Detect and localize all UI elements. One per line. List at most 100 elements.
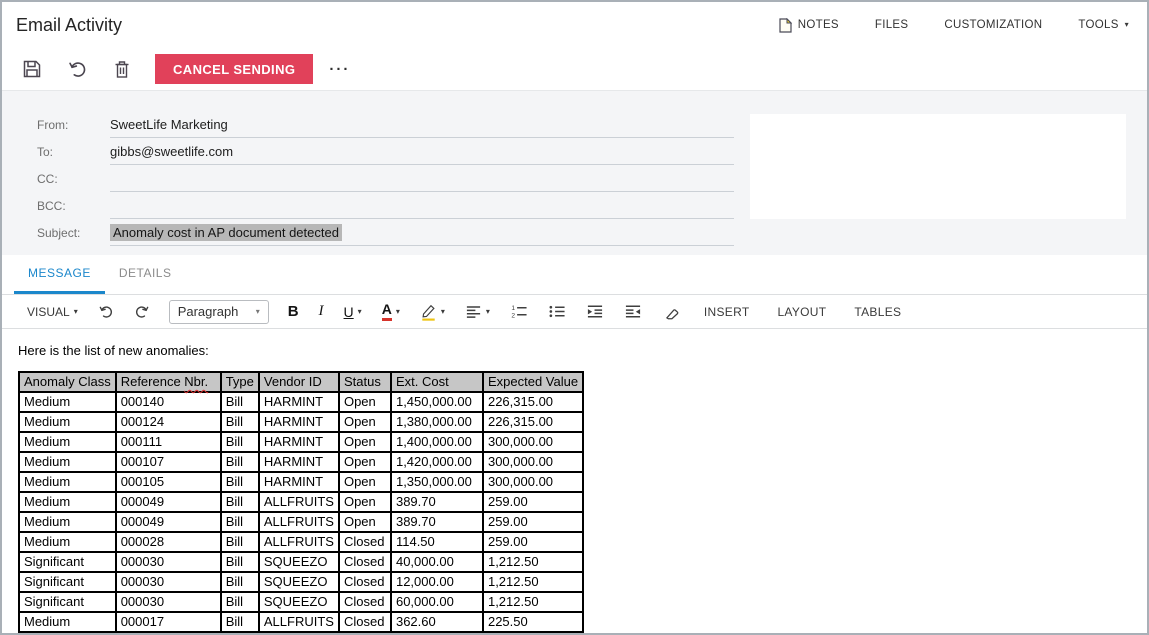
tables-menu[interactable]: TABLES xyxy=(841,299,914,325)
table-cell: 1,450,000.00 xyxy=(390,392,483,412)
layout-menu[interactable]: LAYOUT xyxy=(764,299,839,325)
table-cell: Medium xyxy=(19,512,116,532)
column-header: Reference Nbr. xyxy=(115,372,221,392)
undo-button[interactable] xyxy=(61,53,93,85)
table-cell: 000030 xyxy=(115,592,221,612)
customization-label: CUSTOMIZATION xyxy=(944,19,1043,31)
tools-button[interactable]: TOOLS ▾ xyxy=(1078,19,1129,31)
undo-small-icon xyxy=(99,305,112,318)
tab-details[interactable]: DETAILS xyxy=(105,255,186,294)
table-cell: Bill xyxy=(220,512,259,532)
table-cell: 40,000.00 xyxy=(390,552,483,572)
numbered-list-button[interactable]: 1 2 xyxy=(501,299,537,325)
bcc-input[interactable] xyxy=(110,192,734,219)
table-cell: Bill xyxy=(220,572,259,592)
table-cell: 1,212.50 xyxy=(482,592,584,612)
to-input[interactable]: gibbs@sweetlife.com xyxy=(110,138,734,165)
customization-button[interactable]: CUSTOMIZATION xyxy=(944,19,1042,31)
table-cell: Closed xyxy=(338,572,391,592)
table-cell: HARMINT xyxy=(258,392,339,412)
table-cell: 60,000.00 xyxy=(390,592,483,612)
table-cell: Bill xyxy=(220,452,259,472)
insert-menu[interactable]: INSERT xyxy=(691,299,763,325)
anomaly-table: Anomaly Class Reference Nbr. Type Vendor ID… xyxy=(18,371,585,633)
table-cell: Bill xyxy=(220,472,259,492)
editor-redo-button[interactable] xyxy=(125,299,159,325)
cc-input[interactable] xyxy=(110,165,734,192)
cancel-sending-button[interactable]: CANCEL SENDING xyxy=(155,54,314,84)
table-cell: 300,000.00 xyxy=(482,432,584,452)
note-icon xyxy=(779,17,792,33)
table-cell: 000028 xyxy=(115,532,221,552)
notes-button[interactable]: NOTES xyxy=(779,17,839,33)
table-cell: Bill xyxy=(220,492,259,512)
table-cell: 1,380,000.00 xyxy=(390,412,483,432)
table-cell: Medium xyxy=(19,432,116,452)
tab-message[interactable]: MESSAGE xyxy=(14,255,105,294)
visual-mode-dropdown[interactable]: VISUAL ▾ xyxy=(18,299,87,325)
highlight-color-button[interactable]: ▾ xyxy=(411,299,454,325)
table-cell: Bill xyxy=(220,612,259,632)
caret-down-icon: ▾ xyxy=(395,306,400,316)
tab-bar: MESSAGE DETAILS xyxy=(2,255,1147,294)
table-cell: Bill xyxy=(220,392,259,412)
indent-decrease-button[interactable] xyxy=(615,299,651,325)
subject-row: Subject: Anomaly cost in AP document det… xyxy=(2,219,1147,246)
column-header: Status xyxy=(338,372,391,392)
subject-label: Subject: xyxy=(37,225,81,240)
bcc-label: BCC: xyxy=(37,198,66,213)
caret-down-icon: ▾ xyxy=(255,306,260,316)
bullet-list-button[interactable] xyxy=(539,299,575,325)
indent-increase-button[interactable] xyxy=(577,299,613,325)
table-cell: HARMINT xyxy=(258,432,339,452)
subject-input[interactable]: Anomaly cost in AP document detected xyxy=(110,219,734,246)
table-cell: Open xyxy=(338,452,391,472)
table-cell: 225.50 xyxy=(482,612,584,632)
table-cell: ALLFRUITS xyxy=(258,612,339,632)
table-cell: 000107 xyxy=(115,452,221,472)
editor-undo-button[interactable] xyxy=(89,299,123,325)
align-button[interactable]: ▾ xyxy=(456,299,499,325)
column-header: Expected Value xyxy=(482,372,584,392)
table-cell: Closed xyxy=(338,612,391,632)
table-cell: 000049 xyxy=(115,512,221,532)
files-label: FILES xyxy=(874,19,909,31)
bold-button[interactable]: B xyxy=(279,299,308,325)
message-body-editor[interactable]: Here is the list of new anomalies: Anoma… xyxy=(2,329,1147,633)
subject-value: Anomaly cost in AP document detected xyxy=(110,223,342,241)
underline-button[interactable]: U ▾ xyxy=(335,299,371,325)
clear-formatting-button[interactable] xyxy=(653,299,689,325)
table-cell: 300,000.00 xyxy=(482,472,584,492)
italic-button[interactable]: I xyxy=(310,299,333,325)
table-header-row: Anomaly Class Reference Nbr. Type Vendor ID… xyxy=(19,372,584,392)
font-color-button[interactable]: A ▾ xyxy=(373,299,409,325)
column-header: Type xyxy=(220,372,259,392)
delete-button[interactable] xyxy=(106,53,138,85)
table-cell: Medium xyxy=(19,452,116,472)
table-cell: ALLFRUITS xyxy=(258,512,339,532)
caret-down-icon: ▾ xyxy=(73,306,78,316)
cc-label: CC: xyxy=(37,171,58,186)
body-intro-text: Here is the list of new anomalies: xyxy=(18,343,209,358)
save-button[interactable] xyxy=(16,53,48,85)
notes-label: NOTES xyxy=(797,19,839,31)
table-cell: Medium xyxy=(19,392,116,412)
table-row: Medium 000105 Bill HARMINT Open 1,350,000.00 3… xyxy=(19,472,584,492)
caret-down-icon: ▾ xyxy=(1124,20,1129,29)
table-cell: 12,000.00 xyxy=(390,572,483,592)
table-cell: 389.70 xyxy=(390,492,483,512)
table-cell: SQUEEZO xyxy=(258,572,339,592)
table-cell: 226,315.00 xyxy=(482,412,584,432)
table-cell: Open xyxy=(338,432,391,452)
numbered-list-icon: 1 2 xyxy=(511,305,527,319)
more-actions-button[interactable]: ··· xyxy=(319,61,360,78)
table-row: Significant 000030 Bill SQUEEZO Closed 60,000… xyxy=(19,592,584,612)
files-button[interactable]: FILES xyxy=(875,19,908,31)
table-cell: Closed xyxy=(338,552,391,572)
table-cell: 000017 xyxy=(115,612,221,632)
from-input[interactable]: SweetLife Marketing xyxy=(110,111,734,138)
editor-toolbar: VISUAL ▾ Paragraph ▾ B I U ▾ A ▾ ▾ ▾ 1 2… xyxy=(2,294,1147,329)
paragraph-style-select[interactable]: Paragraph ▾ xyxy=(168,299,269,324)
table-cell: Open xyxy=(338,472,391,492)
table-row: Medium 000049 Bill ALLFRUITS Open 389.70 259.0… xyxy=(19,512,584,532)
